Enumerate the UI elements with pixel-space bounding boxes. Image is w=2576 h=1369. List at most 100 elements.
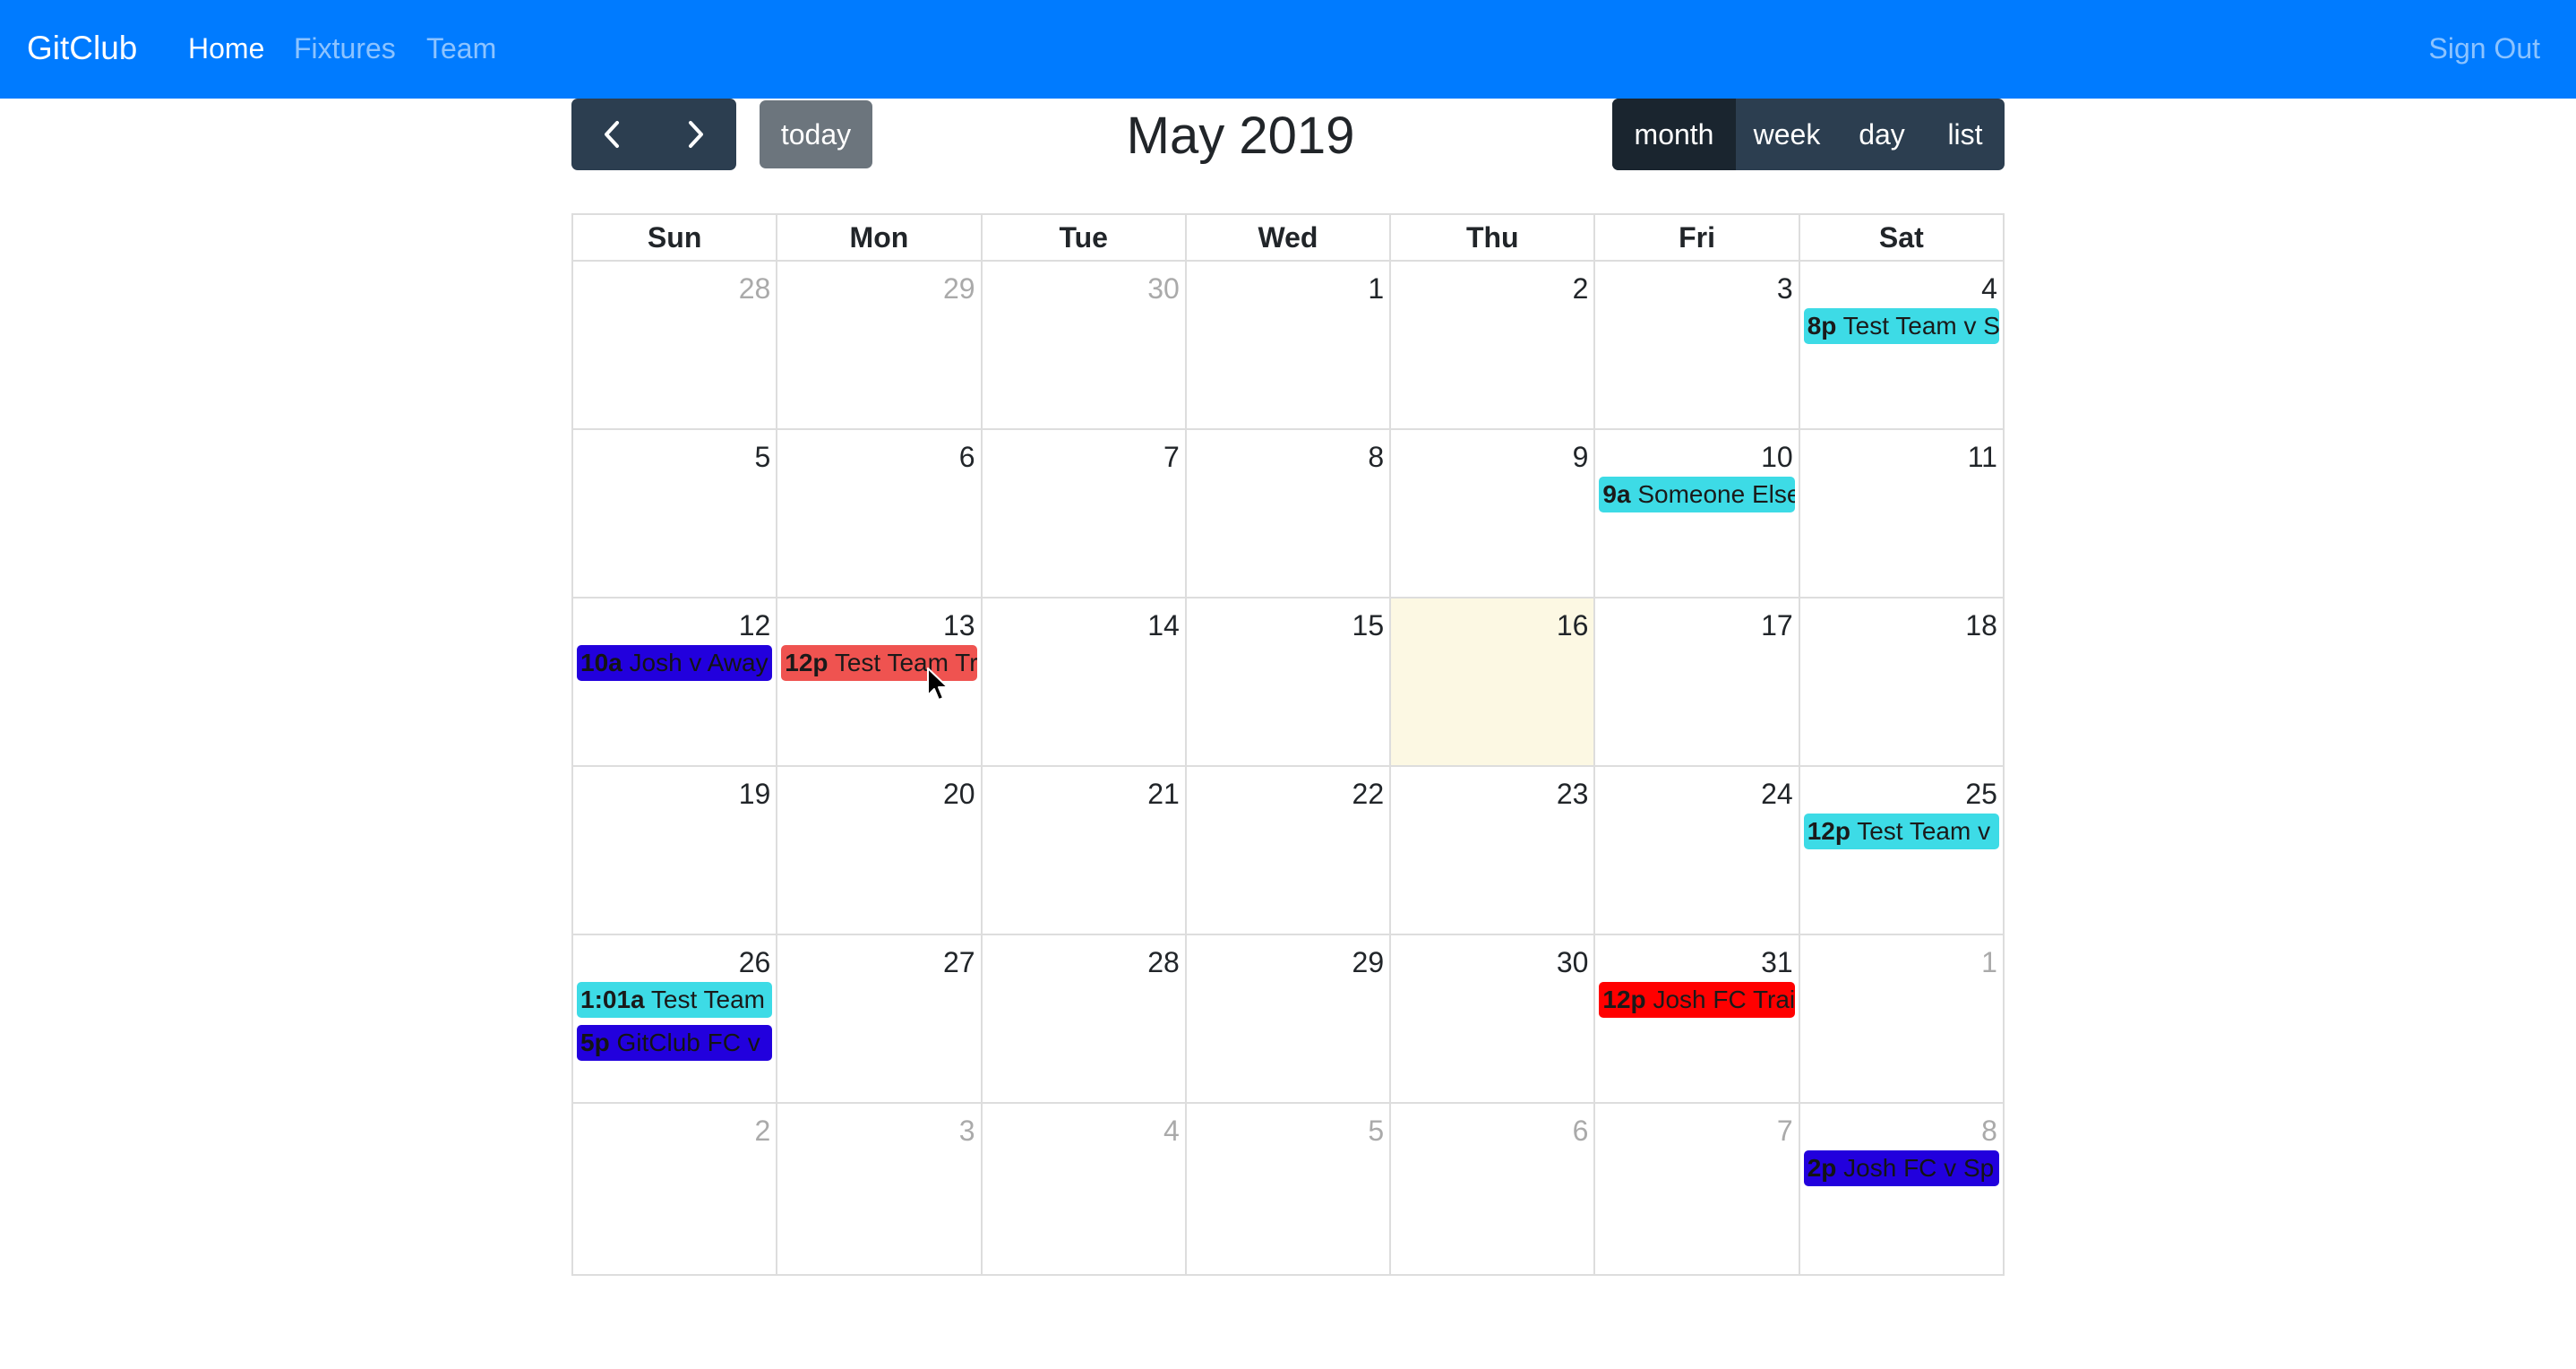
- day-number[interactable]: 4: [1981, 271, 1997, 306]
- day-cell[interactable]: 12 10a Josh v Away: [573, 598, 778, 765]
- brand-logo[interactable]: GitClub: [27, 27, 137, 70]
- view-week-button[interactable]: week: [1736, 99, 1838, 170]
- today-button[interactable]: today: [760, 100, 872, 168]
- day-number[interactable]: 10: [1761, 439, 1793, 475]
- calendar-event[interactable]: 9a Someone Else: [1599, 477, 1795, 512]
- day-cell[interactable]: 18: [1800, 598, 2003, 765]
- day-number[interactable]: 11: [1968, 439, 1997, 475]
- day-number[interactable]: 6: [959, 439, 975, 475]
- day-number[interactable]: 4: [1163, 1113, 1180, 1149]
- day-cell[interactable]: 30: [983, 262, 1187, 428]
- day-cell[interactable]: 7: [983, 430, 1187, 597]
- day-number[interactable]: 12: [739, 607, 771, 643]
- day-number[interactable]: 1: [1981, 944, 1997, 980]
- day-cell[interactable]: 28: [983, 935, 1187, 1102]
- calendar-event[interactable]: 12p Test Team v: [1803, 814, 1999, 849]
- day-number[interactable]: 17: [1761, 607, 1793, 643]
- day-cell[interactable]: 5: [1187, 1104, 1392, 1274]
- day-number[interactable]: 26: [739, 944, 771, 980]
- nav-home[interactable]: Home: [188, 29, 264, 68]
- next-button[interactable]: [654, 99, 736, 170]
- prev-button[interactable]: [571, 99, 654, 170]
- day-number[interactable]: 2: [1573, 271, 1589, 306]
- day-cell[interactable]: 8 2p Josh FC v Sp: [1800, 1104, 2003, 1274]
- day-number[interactable]: 3: [959, 1113, 975, 1149]
- day-cell[interactable]: 20: [777, 767, 983, 934]
- day-number[interactable]: 28: [739, 271, 771, 306]
- day-cell[interactable]: 4 8p Test Team v S: [1800, 262, 2003, 428]
- day-number[interactable]: 5: [754, 439, 770, 475]
- day-number[interactable]: 29: [1352, 944, 1385, 980]
- day-number[interactable]: 27: [943, 944, 975, 980]
- nav-fixtures[interactable]: Fixtures: [294, 29, 396, 68]
- day-number[interactable]: 28: [1147, 944, 1180, 980]
- day-cell[interactable]: 23: [1391, 767, 1596, 934]
- day-cell[interactable]: 4: [983, 1104, 1187, 1274]
- day-number[interactable]: 19: [739, 776, 771, 812]
- calendar-event[interactable]: 8p Test Team v S: [1803, 308, 1999, 344]
- day-cell[interactable]: 27: [777, 935, 983, 1102]
- calendar-event[interactable]: 12p Josh FC Trai: [1599, 982, 1795, 1018]
- day-number[interactable]: 29: [943, 271, 975, 306]
- day-cell[interactable]: 24: [1595, 767, 1800, 934]
- day-cell[interactable]: 25 12p Test Team v: [1800, 767, 2003, 934]
- day-cell[interactable]: 14: [983, 598, 1187, 765]
- day-number[interactable]: 21: [1147, 776, 1180, 812]
- day-cell[interactable]: 15: [1187, 598, 1392, 765]
- day-cell[interactable]: 11: [1800, 430, 2003, 597]
- day-number[interactable]: 8: [1981, 1113, 1997, 1149]
- day-number[interactable]: 15: [1352, 607, 1385, 643]
- day-cell[interactable]: 17: [1595, 598, 1800, 765]
- day-cell[interactable]: 19: [573, 767, 778, 934]
- day-number[interactable]: 7: [1777, 1113, 1793, 1149]
- calendar-event[interactable]: 2p Josh FC v Sp: [1803, 1150, 1999, 1186]
- day-cell-today[interactable]: 16: [1391, 598, 1596, 765]
- day-cell[interactable]: 10 9a Someone Else: [1595, 430, 1800, 597]
- calendar-event[interactable]: 5p GitClub FC v: [577, 1025, 773, 1061]
- day-number[interactable]: 13: [943, 607, 975, 643]
- day-number[interactable]: 7: [1163, 439, 1180, 475]
- day-cell[interactable]: 21: [983, 767, 1187, 934]
- day-number[interactable]: 20: [943, 776, 975, 812]
- day-cell[interactable]: 31 12p Josh FC Trai: [1595, 935, 1800, 1102]
- day-cell[interactable]: 6: [1391, 1104, 1596, 1274]
- day-number[interactable]: 1: [1368, 271, 1384, 306]
- day-cell[interactable]: 2: [573, 1104, 778, 1274]
- day-number[interactable]: 18: [1965, 607, 1997, 643]
- view-day-button[interactable]: day: [1838, 99, 1926, 170]
- day-cell[interactable]: 1: [1800, 935, 2003, 1102]
- day-cell[interactable]: 3: [777, 1104, 983, 1274]
- nav-team[interactable]: Team: [426, 29, 496, 68]
- day-cell[interactable]: 9: [1391, 430, 1596, 597]
- view-month-button[interactable]: month: [1612, 99, 1736, 170]
- day-number[interactable]: 2: [754, 1113, 770, 1149]
- day-number[interactable]: 23: [1557, 776, 1589, 812]
- day-number[interactable]: 6: [1573, 1113, 1589, 1149]
- day-cell[interactable]: 26 1:01a Test Team 5p GitClub FC v: [573, 935, 778, 1102]
- day-cell[interactable]: 1: [1187, 262, 1392, 428]
- day-number[interactable]: 5: [1368, 1113, 1384, 1149]
- day-number[interactable]: 30: [1147, 271, 1180, 306]
- day-cell[interactable]: 5: [573, 430, 778, 597]
- day-cell[interactable]: 7: [1595, 1104, 1800, 1274]
- day-number[interactable]: 8: [1368, 439, 1384, 475]
- day-cell[interactable]: 30: [1391, 935, 1596, 1102]
- calendar-event[interactable]: 10a Josh v Away: [577, 645, 773, 681]
- day-number[interactable]: 16: [1557, 607, 1589, 643]
- day-number[interactable]: 3: [1777, 271, 1793, 306]
- day-cell[interactable]: 28: [573, 262, 778, 428]
- sign-out-link[interactable]: Sign Out: [2428, 29, 2540, 68]
- day-cell[interactable]: 22: [1187, 767, 1392, 934]
- day-number[interactable]: 9: [1573, 439, 1589, 475]
- day-cell[interactable]: 29: [777, 262, 983, 428]
- day-cell[interactable]: 3: [1595, 262, 1800, 428]
- view-list-button[interactable]: list: [1926, 99, 2005, 170]
- day-number[interactable]: 24: [1761, 776, 1793, 812]
- day-number[interactable]: 14: [1147, 607, 1180, 643]
- day-number[interactable]: 25: [1965, 776, 1997, 812]
- calendar-event[interactable]: 1:01a Test Team: [577, 982, 773, 1018]
- day-number[interactable]: 30: [1557, 944, 1589, 980]
- day-number[interactable]: 31: [1761, 944, 1793, 980]
- day-number[interactable]: 22: [1352, 776, 1385, 812]
- day-cell[interactable]: 29: [1187, 935, 1392, 1102]
